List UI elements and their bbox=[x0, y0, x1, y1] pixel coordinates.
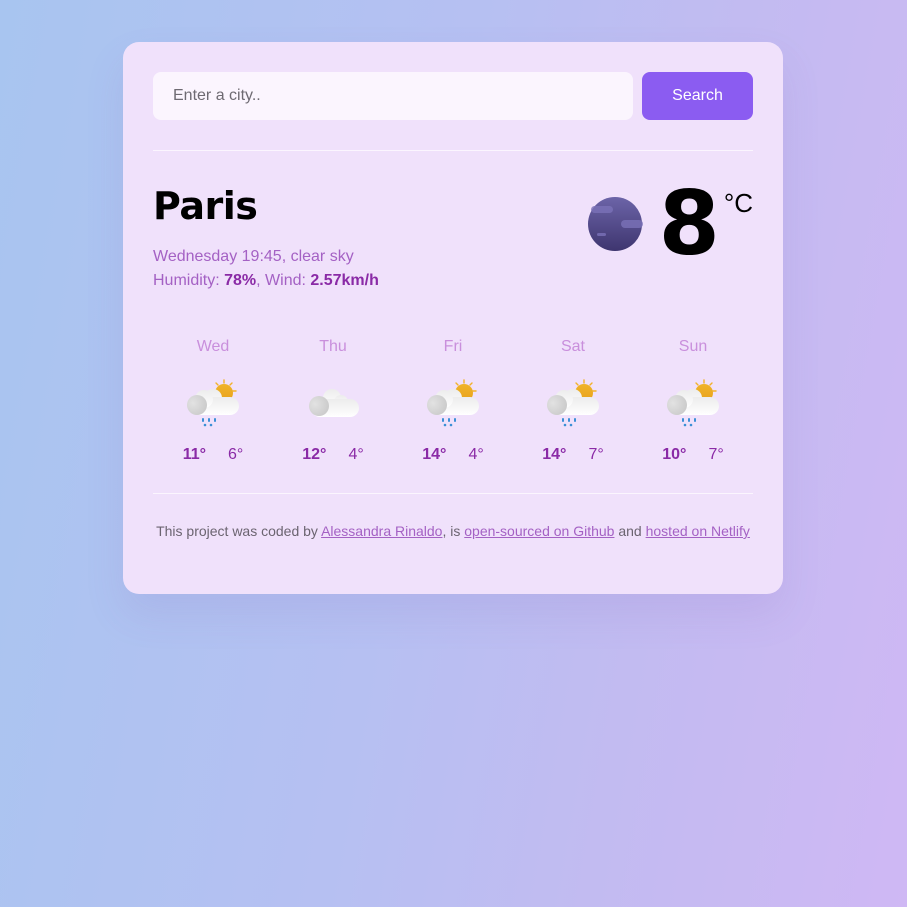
sun-cloud-rain-icon bbox=[545, 377, 601, 429]
city-search-input[interactable] bbox=[153, 72, 633, 120]
forecast-temps: 14° 4° bbox=[393, 446, 513, 464]
forecast-day-name: Sun bbox=[678, 338, 708, 355]
forecast-temps: 10° 7° bbox=[633, 446, 753, 464]
temperature-value: 8 bbox=[658, 172, 720, 275]
forecast-max: 12° bbox=[302, 446, 327, 463]
search-button[interactable]: Search bbox=[642, 72, 753, 120]
date-description: Wednesday 19:45, clear sky bbox=[153, 248, 354, 265]
footer-text: , is bbox=[442, 523, 465, 539]
humidity-label: Humidity: bbox=[153, 272, 225, 289]
forecast-max: 14° bbox=[542, 446, 567, 463]
current-temperature: 8 °C bbox=[587, 172, 753, 304]
footer-text: This project was coded by bbox=[156, 523, 322, 539]
forecast-temps: 12° 4° bbox=[273, 446, 393, 464]
author-link[interactable]: Alessandra Rinaldo bbox=[321, 523, 442, 539]
current-weather: Paris Wednesday 19:45, clear sky Humidit… bbox=[153, 172, 753, 304]
forecast-max: 11° bbox=[182, 446, 206, 463]
forecast-min: 4° bbox=[348, 446, 364, 463]
sun-cloud-rain-icon bbox=[665, 377, 721, 429]
forecast-day-name: Thu bbox=[319, 338, 347, 355]
forecast-min: 7° bbox=[708, 446, 724, 463]
forecast-max: 14° bbox=[422, 446, 447, 463]
search-form: Search bbox=[153, 72, 753, 120]
sun-cloud-rain-icon bbox=[185, 377, 241, 429]
forecast-day: Wed 11° 6° bbox=[153, 337, 273, 464]
wind-value: 2.57km/h bbox=[310, 272, 379, 289]
forecast-day: Thu 12° 4° bbox=[273, 337, 393, 464]
forecast-min: 6° bbox=[228, 446, 244, 463]
forecast-day-name: Wed bbox=[196, 338, 230, 355]
wind-label: Wind: bbox=[265, 272, 311, 289]
forecast-day: Sat 14° 7° bbox=[513, 337, 633, 464]
humidity-value: 78% bbox=[224, 272, 257, 289]
footer: This project was coded by Alessandra Rin… bbox=[153, 523, 753, 539]
forecast-temps: 14° 7° bbox=[513, 446, 633, 464]
github-link[interactable]: open-sourced on Github bbox=[464, 523, 614, 539]
forecast-min: 7° bbox=[588, 446, 604, 463]
cloud-icon bbox=[305, 377, 361, 429]
forecast-day-name: Sat bbox=[560, 338, 585, 355]
weather-details: Wednesday 19:45, clear sky Humidity: 78%… bbox=[153, 245, 379, 293]
forecast-day: Fri 14° 4° bbox=[393, 337, 513, 464]
forecast-day-name: Fri bbox=[443, 338, 463, 355]
weather-card: Search Paris Wednesday 19:45, clear sky … bbox=[123, 42, 783, 594]
temperature-unit: °C bbox=[723, 188, 753, 218]
sun-cloud-rain-icon bbox=[425, 377, 481, 429]
footer-text: and bbox=[614, 523, 646, 539]
city-name: Paris bbox=[153, 184, 258, 228]
divider bbox=[153, 493, 753, 494]
current-info: Paris Wednesday 19:45, clear sky Humidit… bbox=[153, 184, 379, 304]
humidity-wind: Humidity: 78%, Wind: 2.57km/h bbox=[153, 272, 379, 289]
forecast-min: 4° bbox=[468, 446, 484, 463]
forecast: Wed 11° 6° Thu 12° 4° Fri 14° 4° Sat 14° 7° bbox=[153, 337, 753, 464]
day-time: Wednesday 19:45 bbox=[153, 248, 282, 265]
weather-description: clear sky bbox=[290, 248, 354, 265]
forecast-max: 10° bbox=[662, 446, 687, 463]
forecast-temps: 11° 6° bbox=[153, 446, 273, 464]
netlify-link[interactable]: hosted on Netlify bbox=[646, 523, 750, 539]
forecast-day: Sun 10° 7° bbox=[633, 337, 753, 464]
divider bbox=[153, 150, 753, 151]
clear-sky-night-icon bbox=[587, 197, 643, 251]
